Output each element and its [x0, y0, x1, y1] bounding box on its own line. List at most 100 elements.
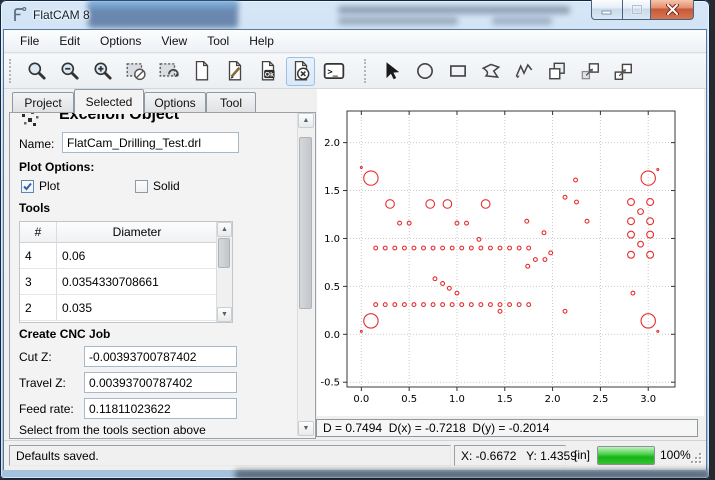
drill-hole — [441, 282, 445, 286]
drill-hole — [398, 221, 402, 225]
window-controls — [592, 0, 694, 20]
maximize-button[interactable] — [622, 0, 651, 20]
drill-hole — [374, 303, 378, 307]
toolbar-button-draw-path[interactable] — [509, 57, 538, 86]
drill-hole — [628, 218, 635, 225]
toolbar-button-zoom-in[interactable] — [88, 57, 117, 86]
svg-text:Ok: Ok — [264, 71, 273, 78]
toolbar-button-copy-objects[interactable] — [542, 57, 571, 86]
drill-hole — [360, 167, 362, 169]
toolbar-button-zoom-out[interactable] — [55, 57, 84, 86]
draw-rectangle-icon — [447, 60, 469, 82]
drill-hole — [628, 199, 635, 206]
measurement-readout: D = 0.7494 D(x) = -0.7218 D(y) = -0.2014 — [316, 419, 698, 437]
solid-checkbox-label[interactable]: Solid — [153, 179, 180, 193]
toolbar-button-copy-geometry[interactable] — [575, 57, 604, 86]
tool-row[interactable]: 4 0.06 — [20, 243, 232, 269]
toolbar-button-delete-object[interactable] — [286, 57, 315, 86]
progress-bar — [597, 446, 655, 465]
plot-checkbox-label[interactable]: Plot — [39, 179, 60, 193]
column-header-number[interactable]: # — [20, 222, 57, 242]
feed-rate-input[interactable] — [84, 398, 237, 419]
drill-hole — [386, 200, 395, 209]
svg-text:0.0: 0.0 — [324, 330, 340, 341]
toolbar-drag-handle[interactable] — [364, 59, 369, 83]
background-window-blur — [235, 470, 710, 479]
toolbar-button-draw-circle[interactable] — [410, 57, 439, 86]
toolbar-button-update-object[interactable]: Ok — [253, 57, 282, 86]
menu-file[interactable]: File — [10, 31, 49, 51]
table-scrollbar[interactable]: ▲ ▼ — [216, 222, 232, 322]
panel-scrollbar[interactable]: ▲ ▼ — [297, 113, 314, 436]
menu-edit[interactable]: Edit — [49, 31, 90, 51]
app-logo-icon — [11, 6, 28, 28]
tab-project[interactable]: Project — [12, 92, 74, 113]
drill-hole — [575, 200, 579, 204]
toolbar-button-select-arrow[interactable] — [377, 57, 406, 86]
toolbar-button-draw-rectangle[interactable] — [443, 57, 472, 86]
scroll-down-arrow[interactable]: ▼ — [217, 307, 232, 322]
title-bar[interactable]: FlatCAM 8 — [0, 0, 710, 30]
tab-selected[interactable]: Selected — [74, 89, 144, 114]
plot-checkbox[interactable] — [21, 180, 34, 193]
tools-table[interactable]: # Diameter 4 0.063 0.03543307086612 0.03… — [19, 221, 233, 323]
tool-row[interactable]: 3 0.0354330708661 — [20, 269, 232, 295]
drill-hole — [638, 209, 644, 215]
toolbar-button-replot[interactable] — [154, 57, 183, 86]
toolbar-button-clear-plot[interactable] — [121, 57, 150, 86]
toolbar-button-move-objects[interactable] — [608, 57, 637, 86]
menu-help[interactable]: Help — [239, 31, 284, 51]
close-button[interactable] — [650, 0, 694, 20]
units-label: [in] — [574, 448, 590, 462]
plot-canvas[interactable]: 0.00.51.01.52.02.53.0-0.50.00.51.01.52.0 — [317, 89, 704, 416]
toolbar-button-edit-object[interactable] — [220, 57, 249, 86]
drill-hole — [563, 195, 567, 199]
toolbar-button-new-project[interactable] — [187, 57, 216, 86]
main-toolbar: Ok >_ — [4, 54, 706, 89]
scroll-up-arrow[interactable]: ▲ — [217, 222, 232, 237]
scroll-up-arrow[interactable]: ▲ — [298, 113, 314, 128]
drill-hole — [433, 277, 437, 281]
drill-hole — [526, 264, 530, 268]
svg-text:1.5: 1.5 — [324, 186, 340, 197]
travel-z-input[interactable] — [84, 372, 237, 393]
drill-holes — [360, 167, 658, 333]
cut-z-label: Cut Z: — [19, 350, 52, 364]
toolbar-button-shell[interactable]: >_ — [319, 57, 348, 86]
scroll-down-arrow[interactable]: ▼ — [298, 421, 314, 436]
drill-hole — [383, 246, 387, 250]
toolbar-button-zoom-fit[interactable] — [22, 57, 51, 86]
menu-options[interactable]: Options — [90, 31, 151, 51]
column-header-diameter[interactable]: Diameter — [57, 222, 217, 242]
toolbar-drag-handle[interactable] — [9, 59, 14, 83]
drill-hole — [525, 219, 529, 223]
table-scrollbar-thumb[interactable] — [218, 238, 230, 268]
svg-text:1.0: 1.0 — [324, 234, 340, 245]
drill-hole — [628, 251, 635, 258]
name-input[interactable] — [62, 132, 239, 153]
minimize-button[interactable] — [591, 0, 623, 20]
cut-z-input[interactable] — [84, 346, 237, 367]
draw-path-icon — [513, 60, 535, 82]
cnc-section-title: Create CNC Job — [19, 327, 110, 341]
drill-hole — [508, 246, 512, 250]
tools-label: Tools — [19, 201, 50, 215]
toolbar-button-draw-polygon[interactable] — [476, 57, 505, 86]
replot-icon — [158, 60, 180, 82]
resize-grip[interactable] — [689, 453, 701, 465]
svg-text:0.5: 0.5 — [324, 282, 340, 293]
clear-plot-icon — [125, 60, 147, 82]
svg-text:1.0: 1.0 — [449, 394, 465, 405]
window-title: FlatCAM 8 — [33, 8, 90, 22]
drill-hole — [364, 171, 378, 185]
tab-options[interactable]: Options — [144, 92, 206, 113]
tool-row[interactable]: 2 0.035 — [20, 295, 232, 321]
drill-hole — [543, 258, 547, 262]
drill-hole — [374, 246, 378, 250]
tool-number: 3 — [20, 269, 57, 294]
panel-scrollbar-thumb[interactable] — [299, 137, 312, 309]
tab-tool[interactable]: Tool — [206, 92, 256, 113]
solid-checkbox[interactable] — [135, 180, 148, 193]
menu-view[interactable]: View — [151, 31, 197, 51]
menu-tool[interactable]: Tool — [197, 31, 239, 51]
